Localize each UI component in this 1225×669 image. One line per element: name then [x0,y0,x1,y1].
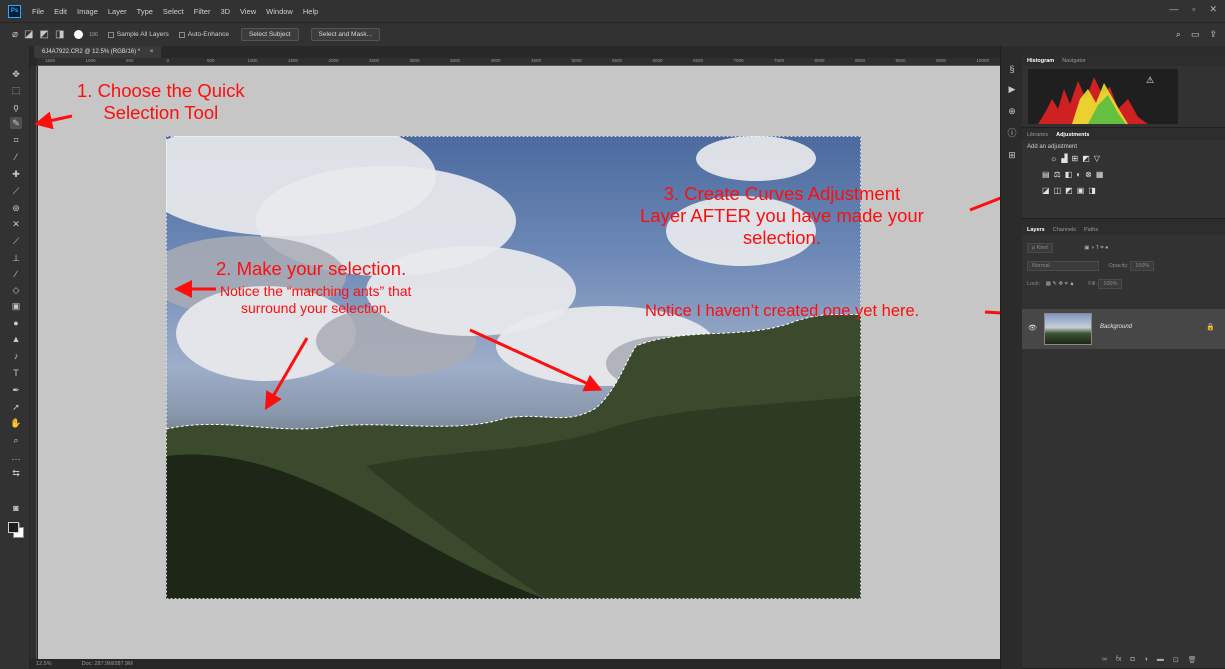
tab-histogram[interactable]: Histogram [1027,58,1054,64]
new-adjustment-layer-icon[interactable]: ◑ [1144,656,1148,664]
opacity-input[interactable]: 100% [1130,261,1155,271]
arrow-to-quick-selection [34,111,73,130]
photo-filter-icon[interactable]: ◐ [1076,170,1081,179]
levels-icon[interactable]: ▟ [1061,154,1067,163]
histogram-svg: ⚠ [1038,75,1154,124]
exposure-icon[interactable]: ◩ [1082,154,1090,163]
layers-panel: Layers Channels Paths ρ Kind ▣ ◑ T ⌗ ● N… [1022,224,1225,669]
adjustment-row-3: ◪ ◫ ◩ ▣ ◨ [1042,186,1096,195]
warning-icon: ⚠ [1146,75,1154,85]
actions-icon[interactable]: ▶ [1006,84,1018,96]
step3-annotation: 3. Create Curves Adjustment Layer AFTER … [640,183,924,250]
step1-line2: Selection Tool [103,102,219,124]
panel-icon-strip: § ▶ ⊕ ⓘ ⊞ [1000,46,1022,669]
tab-channels[interactable]: Channels [1053,227,1076,233]
opacity-label: Opacity: [1108,263,1129,269]
layer-filter-row: ρ Kind ▣ ◑ T ⌗ ● [1027,243,1108,253]
adjustments-panel: Libraries Adjustments Add an adjustment … [1022,129,1225,219]
blend-mode-select[interactable]: Normal [1027,261,1099,271]
layers-tabs: Layers Channels Paths [1022,224,1225,235]
invert-icon[interactable]: ◪ [1042,186,1050,195]
curves-icon[interactable]: ⊞ [1072,154,1079,163]
layer-background[interactable]: 👁 Background 🔒 [1022,309,1225,349]
tab-adjustments[interactable]: Adjustments [1056,132,1089,138]
step3-line3: selection. [742,227,821,249]
tab-navigator[interactable]: Navigator [1062,58,1086,64]
histogram-panel: Histogram Navigator ⚠ [1022,55,1225,128]
new-layer-icon[interactable]: ⊡ [1173,656,1179,664]
lock-icon: 🔒 [1206,324,1215,331]
step1-annotation: 1. Choose the Quick Selection Tool [77,80,245,124]
blend-row: Normal Opacity: 100% [1027,261,1155,271]
fill-input[interactable]: 100% [1098,279,1123,289]
properties-icon[interactable]: ⊕ [1006,106,1018,118]
layer-thumbnail [1044,313,1092,345]
brightness-contrast-icon[interactable]: ☼ [1050,154,1057,163]
step2-line2: surround your selection. [241,299,391,316]
step3-line2: Layer AFTER you have made your [640,205,924,227]
selective-color-icon[interactable]: ◨ [1088,186,1096,195]
histogram-graph: ⚠ [1028,69,1178,124]
step3-line1: 3. Create Curves Adjustment [663,183,901,204]
tab-libraries[interactable]: Libraries [1027,132,1048,138]
arrow-to-selection-left [264,337,309,411]
new-group-icon[interactable]: ▬ [1157,656,1164,664]
kind-filter[interactable]: ρ Kind [1027,243,1053,253]
right-panels: Histogram Navigator ⚠ Libraries Adjustme… [1022,46,1225,669]
adjustment-row-1: ☼ ▟ ⊞ ◩ ▽ [1050,154,1100,163]
layer-name: Background [1100,324,1133,330]
gradient-map-icon[interactable]: ▣ [1077,186,1085,195]
threshold-icon[interactable]: ◩ [1065,186,1073,195]
step1-line1: 1. Choose the Quick [77,80,245,101]
layers-footer: ∞ fx ◘ ◑ ▬ ⊡ 🗑 [1102,656,1197,664]
step2-title: 2. Make your selection. [216,258,407,279]
vibrance-icon[interactable]: ▽ [1094,154,1100,163]
visibility-eye-icon[interactable]: 👁 [1028,324,1037,332]
step2-line1: Notice the “marching ants” that [220,283,412,299]
glyphs-icon[interactable]: ⊞ [1006,150,1018,162]
color-balance-icon[interactable]: ⚖ [1054,170,1061,179]
fx-icon[interactable]: fx [1116,656,1121,664]
lock-row: Lock: ▩ ✎ ✥ ⌗ ▲ Fill: 100% [1027,279,1123,289]
channel-mixer-icon[interactable]: ⊗ [1085,170,1092,179]
tab-layers[interactable]: Layers [1027,227,1045,233]
lock-icons[interactable]: ▩ ✎ ✥ ⌗ ▲ [1046,281,1075,287]
add-mask-icon[interactable]: ◘ [1130,656,1134,664]
filter-icons[interactable]: ▣ ◑ T ⌗ ● [1084,245,1108,251]
history-icon[interactable]: § [1006,64,1018,76]
adjustments-tabs: Libraries Adjustments [1022,129,1225,140]
step2-note: Notice the “marching ants” that surround… [220,283,411,317]
tab-paths[interactable]: Paths [1084,227,1098,233]
arrow-to-selection-right [469,328,603,392]
foreground-color-swatch[interactable] [8,522,19,533]
posterize-icon[interactable]: ◫ [1054,186,1062,195]
lock-label: Lock: [1027,281,1041,287]
step4-annotation: Notice I haven’t created one yet here. [645,302,920,320]
hue-saturation-icon[interactable]: ▤ [1042,170,1050,179]
black-white-icon[interactable]: ◧ [1065,170,1073,179]
add-adjustment-label: Add an adjustment [1027,144,1078,150]
info-icon[interactable]: ⓘ [1006,126,1018,138]
fill-label: Fill: [1088,281,1097,287]
adjustment-row-2: ▤ ⚖ ◧ ◐ ⊗ ▦ [1042,170,1103,179]
trash-icon[interactable]: 🗑 [1188,656,1197,664]
histogram-tabs: Histogram Navigator [1022,55,1225,66]
link-layers-icon[interactable]: ∞ [1102,656,1107,664]
color-lookup-icon[interactable]: ▦ [1096,170,1104,179]
